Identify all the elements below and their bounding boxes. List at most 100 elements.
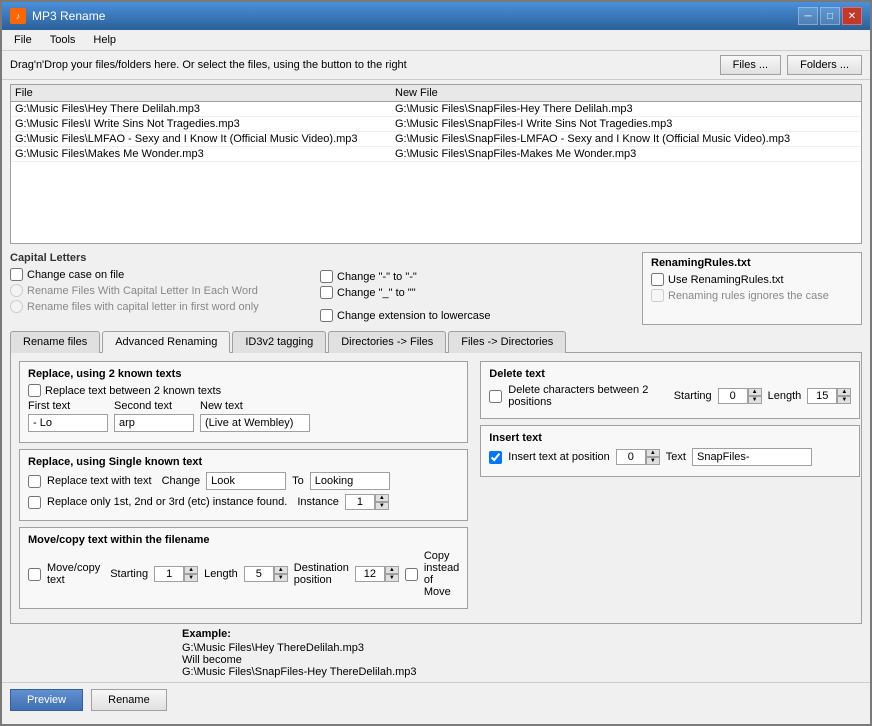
first-text-input[interactable]	[28, 414, 108, 432]
rename-each-word-radio[interactable]	[10, 284, 23, 297]
files-button[interactable]: Files ...	[720, 55, 781, 75]
delete-starting-up[interactable]: ▲	[748, 388, 762, 396]
dest-spin-up[interactable]: ▲	[385, 566, 399, 574]
file-cell: G:\Music Files\I Write Sins Not Tragedie…	[15, 118, 395, 130]
table-row[interactable]: G:\Music Files\I Write Sins Not Tragedie…	[11, 117, 861, 132]
instance-value-input[interactable]	[345, 494, 375, 510]
delete-length-input[interactable]	[807, 388, 837, 404]
instance-checkbox[interactable]	[28, 496, 41, 509]
replace-between-row: Replace text between 2 known texts	[28, 384, 459, 397]
delete-label: Delete characters between 2 positions	[508, 384, 663, 408]
titlebar: ♪ MP3 Rename ─ □ ✕	[2, 2, 870, 30]
copy-instead-checkbox[interactable]	[405, 568, 418, 581]
use-renaming-rules-checkbox[interactable]	[651, 273, 664, 286]
delete-title: Delete text	[489, 368, 851, 380]
tab-advanced-renaming[interactable]: Advanced Renaming	[102, 331, 230, 353]
starting-spin-down[interactable]: ▼	[184, 574, 198, 582]
delete-length-down[interactable]: ▼	[837, 396, 851, 404]
new-text-input[interactable]	[200, 414, 310, 432]
instance-spin-down[interactable]: ▼	[375, 502, 389, 510]
preview-button[interactable]: Preview	[10, 689, 83, 711]
rename-first-word-radio[interactable]	[10, 300, 23, 313]
change-underscore-label: Change "_" to ""	[337, 287, 416, 299]
change-extension-label: Change extension to lowercase	[337, 310, 490, 322]
delete-length-up[interactable]: ▲	[837, 388, 851, 396]
dest-value-input[interactable]	[355, 566, 385, 582]
move-copy-checkbox[interactable]	[28, 568, 41, 581]
delete-length-buttons: ▲ ▼	[837, 388, 851, 404]
tab-dir-to-files[interactable]: Directories -> Files	[328, 331, 446, 353]
second-text-input[interactable]	[114, 414, 194, 432]
insert-pos-up[interactable]: ▲	[646, 449, 660, 457]
replace-2known-title: Replace, using 2 known texts	[28, 368, 459, 380]
dest-label: Destination position	[294, 562, 349, 586]
file-cell: G:\Music Files\Makes Me Wonder.mp3	[15, 148, 395, 160]
rename-each-word-label: Rename Files With Capital Letter In Each…	[27, 285, 258, 297]
delete-starting-input[interactable]	[718, 388, 748, 404]
instance-label: Replace only 1st, 2nd or 3rd (etc) insta…	[47, 496, 287, 508]
replace-single-row: Replace text with text Change To	[28, 472, 459, 490]
toolbar: Drag'n'Drop your files/folders here. Or …	[2, 51, 870, 80]
maximize-button[interactable]: □	[820, 7, 840, 25]
tab-content: Replace, using 2 known texts Replace tex…	[10, 352, 862, 624]
insert-row: Insert text at position ▲ ▼ Text	[489, 448, 851, 466]
move-copy-title: Move/copy text within the filename	[28, 534, 459, 546]
replace-between-checkbox[interactable]	[28, 384, 41, 397]
ignore-case-checkbox[interactable]	[651, 289, 664, 302]
table-row[interactable]: G:\Music Files\Hey There Delilah.mp3 G:\…	[11, 102, 861, 117]
example-line1: G:\Music Files\Hey ThereDelilah.mp3	[182, 642, 862, 654]
insert-pos-down[interactable]: ▼	[646, 457, 660, 465]
tab-left: Replace, using 2 known texts Replace tex…	[19, 361, 468, 615]
rename-first-word-row: Rename files with capital letter in firs…	[10, 300, 310, 313]
rename-button[interactable]: Rename	[91, 689, 167, 711]
change-dash-checkbox[interactable]	[320, 270, 333, 283]
file-cell: G:\Music Files\Hey There Delilah.mp3	[15, 103, 395, 115]
change-extension-checkbox[interactable]	[320, 309, 333, 322]
file-table-header: File New File	[11, 85, 861, 102]
instance-spin-up[interactable]: ▲	[375, 494, 389, 502]
delete-length-spinbox: ▲ ▼	[807, 388, 851, 404]
use-renaming-rules-label: Use RenamingRules.txt	[668, 274, 784, 286]
menu-file[interactable]: File	[6, 32, 40, 48]
tab-id3v2[interactable]: ID3v2 tagging	[232, 331, 326, 353]
newfile-cell: G:\Music Files\SnapFiles-Makes Me Wonder…	[395, 148, 857, 160]
starting-spin-up[interactable]: ▲	[184, 566, 198, 574]
length-spin-up[interactable]: ▲	[274, 566, 288, 574]
drag-drop-label: Drag'n'Drop your files/folders here. Or …	[10, 59, 714, 71]
table-row[interactable]: G:\Music Files\LMFAO - Sexy and I Know I…	[11, 132, 861, 147]
capital-letters-section: Capital Letters Change case on file Rena…	[10, 252, 310, 325]
rename-each-word-row: Rename Files With Capital Letter In Each…	[10, 284, 310, 297]
table-row[interactable]: G:\Music Files\Makes Me Wonder.mp3 G:\Mu…	[11, 147, 861, 162]
renaming-rules-title: RenamingRules.txt	[651, 257, 853, 269]
delete-checkbox[interactable]	[489, 390, 502, 403]
change-underscore-checkbox[interactable]	[320, 286, 333, 299]
length-spin-down[interactable]: ▼	[274, 574, 288, 582]
tab-rename-files[interactable]: Rename files	[10, 331, 100, 353]
folders-button[interactable]: Folders ...	[787, 55, 862, 75]
starting-value-input[interactable]	[154, 566, 184, 582]
delete-starting-down[interactable]: ▼	[748, 396, 762, 404]
insert-checkbox[interactable]	[489, 451, 502, 464]
delete-starting-spinbox: ▲ ▼	[718, 388, 762, 404]
length-value-input[interactable]	[244, 566, 274, 582]
insert-text-input[interactable]	[692, 448, 812, 466]
insert-text-label: Text	[666, 451, 686, 463]
minimize-button[interactable]: ─	[798, 7, 818, 25]
bottom-bar: Preview Rename	[2, 682, 870, 717]
change-value-input[interactable]	[206, 472, 286, 490]
menu-tools[interactable]: Tools	[42, 32, 84, 48]
replace-text-checkbox[interactable]	[28, 475, 41, 488]
dest-spin-down[interactable]: ▼	[385, 574, 399, 582]
tab-files-to-dir[interactable]: Files -> Directories	[448, 331, 566, 353]
close-button[interactable]: ✕	[842, 7, 862, 25]
instance-spinbox: ▲ ▼	[345, 494, 389, 510]
insert-position-spinbox: ▲ ▼	[616, 449, 660, 465]
menu-help[interactable]: Help	[85, 32, 124, 48]
change-case-checkbox[interactable]	[10, 268, 23, 281]
insert-label: Insert text at position	[508, 451, 610, 463]
main-content: Drag'n'Drop your files/folders here. Or …	[2, 51, 870, 724]
capital-letters-label: Capital Letters	[10, 252, 310, 264]
to-value-input[interactable]	[310, 472, 390, 490]
starting-label: Starting	[110, 568, 148, 580]
insert-position-input[interactable]	[616, 449, 646, 465]
